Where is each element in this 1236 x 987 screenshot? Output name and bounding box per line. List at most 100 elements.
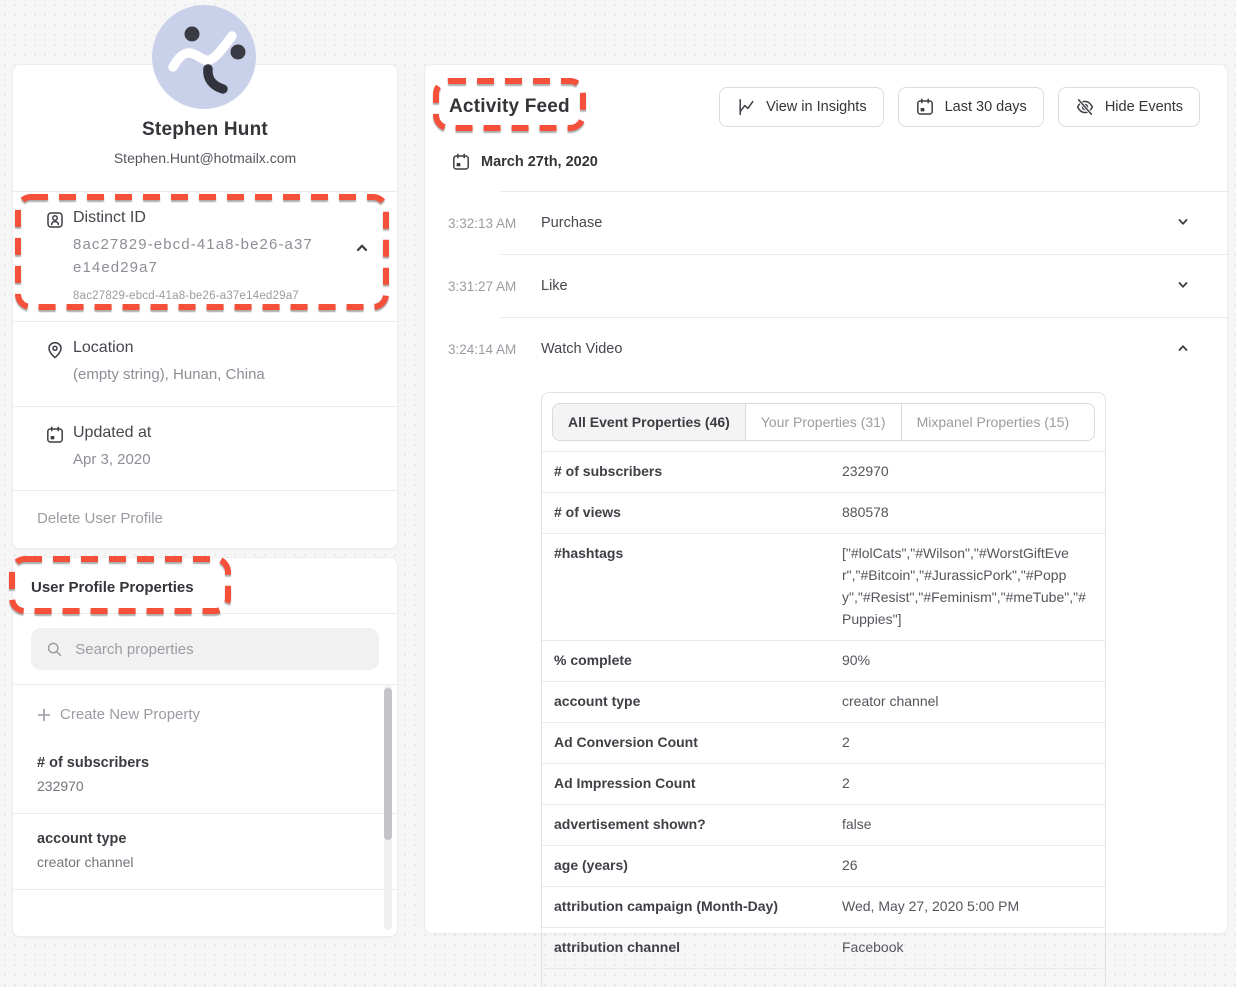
feed-date-row: March 27th, 2020 [425,127,1227,172]
distinct-id-collapse-button[interactable] [351,238,373,260]
event-expand-button[interactable] [1172,275,1194,297]
updated-at-value: Apr 3, 2020 [73,449,151,472]
property-name: # of subscribers [37,755,357,771]
user-profile-card: Stephen Hunt Stephen.Hunt@hotmailx.com D… [12,64,398,549]
search-properties-wrap [13,614,397,684]
event-property-value: 2 [842,773,1093,795]
property-name: account type [37,831,357,847]
event-property-row: #hashtags ["#lolCats","#Wilson","#WorstG… [542,533,1105,640]
updated-at-section: Updated at Apr 3, 2020 [13,407,397,491]
event-property-row: # of subscribers 232970 [542,451,1105,492]
properties-scrollbar-thumb[interactable] [384,688,392,840]
calendar-icon [451,152,471,172]
event-property-row: # of views 880578 [542,492,1105,533]
event-property-key: # of views [554,502,842,524]
event-property-value: creator channel [842,691,1093,713]
property-value: 232970 [37,778,357,794]
calendar-icon [45,424,65,472]
event-property-row: advertisement shown? false [542,804,1105,845]
activity-feed-actions: View in Insights Last 30 days Hide Event… [719,87,1200,127]
activity-feed-card: Activity Feed View in Insights Last 30 d… [424,64,1228,934]
event-time: 3:24:14 AM [425,342,541,357]
event-row-purchase[interactable]: 3:32:13 AM Purchase [425,192,1227,254]
location-label: Location [73,339,265,357]
event-property-key: age (years) [554,855,842,877]
event-property-key: #hashtags [554,543,842,565]
id-badge-icon [45,209,65,302]
hide-events-button[interactable]: Hide Events [1058,87,1200,127]
event-property-key: Ad Conversion Count [554,732,842,754]
event-property-row: age (years) 26 [542,845,1105,886]
location-value: (empty string), Hunan, China [73,364,265,387]
user-avatar [152,5,256,109]
activity-feed-header: Activity Feed View in Insights Last 30 d… [425,65,1227,127]
event-time: 3:31:27 AM [425,279,541,294]
distinct-id-content: Distinct ID 8ac27829-ebcd-41a8-be26-a37e… [73,209,315,302]
event-property-row: attribution channel Facebook [542,927,1105,968]
insights-chart-icon [736,97,756,117]
event-property-value: ["#lolCats","#Wilson","#WorstGiftEver","… [842,543,1093,631]
properties-list: Create New Property # of subscribers 232… [13,685,397,890]
event-property-key: attribution channel [554,937,842,959]
user-email: Stephen.Hunt@hotmailx.com [33,150,377,166]
event-property-value: 2 [842,732,1093,754]
event-property-row: account type creator channel [542,681,1105,722]
tab-mixpanel-properties[interactable]: Mixpanel Properties (15) [902,404,1085,440]
event-row-watch-video[interactable]: 3:24:14 AM Watch Video [425,318,1227,380]
location-pin-icon [45,339,65,387]
divider [13,889,397,890]
hide-events-label: Hide Events [1105,99,1183,115]
event-property-key: Ad Impression Count [554,773,842,795]
event-properties-tabs: All Event Properties (46) Your Propertie… [552,403,1095,441]
distinct-id-section: Distinct ID 8ac27829-ebcd-41a8-be26-a37e… [13,192,397,321]
search-properties-input[interactable] [73,640,364,659]
calendar-icon [915,97,935,117]
chevron-up-icon [1175,340,1191,356]
event-property-key: advertisement shown? [554,814,842,836]
create-new-property-button[interactable]: Create New Property [13,685,397,738]
event-property-value: 232970 [842,461,1093,483]
property-value: creator channel [37,854,357,870]
distinct-id-subvalue: 8ac27829-ebcd-41a8-be26-a37e14ed29a7 [73,290,315,302]
event-property-value: 90% [842,650,1093,672]
event-property-key: % complete [554,650,842,672]
event-property-value: false [842,814,1093,836]
event-property-value: 26 [842,855,1093,877]
property-list-item[interactable]: account type creator channel [13,814,397,889]
chevron-up-icon [354,240,370,256]
event-property-key: account type [554,691,842,713]
event-property-key: # of subscribers [554,461,842,483]
distinct-id-label: Distinct ID [73,209,315,227]
property-list-item[interactable]: # of subscribers 232970 [13,738,397,813]
event-property-value: Facebook [842,937,1093,959]
event-name: Watch Video [541,341,622,357]
event-row-like[interactable]: 3:31:27 AM Like [425,255,1227,317]
event-properties-panel: All Event Properties (46) Your Propertie… [541,392,1106,987]
create-new-property-label: Create New Property [60,706,200,723]
event-property-row: attribution campaign (Month-Day) Wed, Ma… [542,886,1105,927]
tab-your-properties[interactable]: Your Properties (31) [746,404,902,440]
event-property-value: 880578 [842,502,1093,524]
updated-at-label: Updated at [73,424,151,442]
view-in-insights-button[interactable]: View in Insights [719,87,883,127]
event-time: 3:32:13 AM [425,216,541,231]
event-property-value: Wed, May 27, 2020 5:00 PM [842,896,1093,918]
user-name: Stephen Hunt [33,119,377,141]
tab-all-event-properties[interactable]: All Event Properties (46) [553,404,746,440]
event-collapse-button[interactable] [1172,338,1194,360]
event-expand-button[interactable] [1172,212,1194,234]
view-in-insights-label: View in Insights [766,99,866,115]
delete-user-profile-link[interactable]: Delete User Profile [13,491,397,548]
last-30-days-button[interactable]: Last 30 days [898,87,1044,127]
distinct-id-value: 8ac27829-ebcd-41a8-be26-a37e14ed29a7 [73,234,315,279]
last-30-days-label: Last 30 days [945,99,1027,115]
chevron-down-icon [1175,277,1191,293]
plus-icon [37,708,51,722]
mixpanel-user-profile-page: { "profile": { "name": "Stephen Hunt", "… [0,0,1236,908]
eye-off-icon [1075,97,1095,117]
search-properties-box[interactable] [31,628,379,670]
event-name: Purchase [541,215,602,231]
feed-date-label: March 27th, 2020 [481,154,598,170]
event-property-row: Ad Conversion Count 2 [542,722,1105,763]
activity-feed-title: Activity Feed [449,96,570,118]
